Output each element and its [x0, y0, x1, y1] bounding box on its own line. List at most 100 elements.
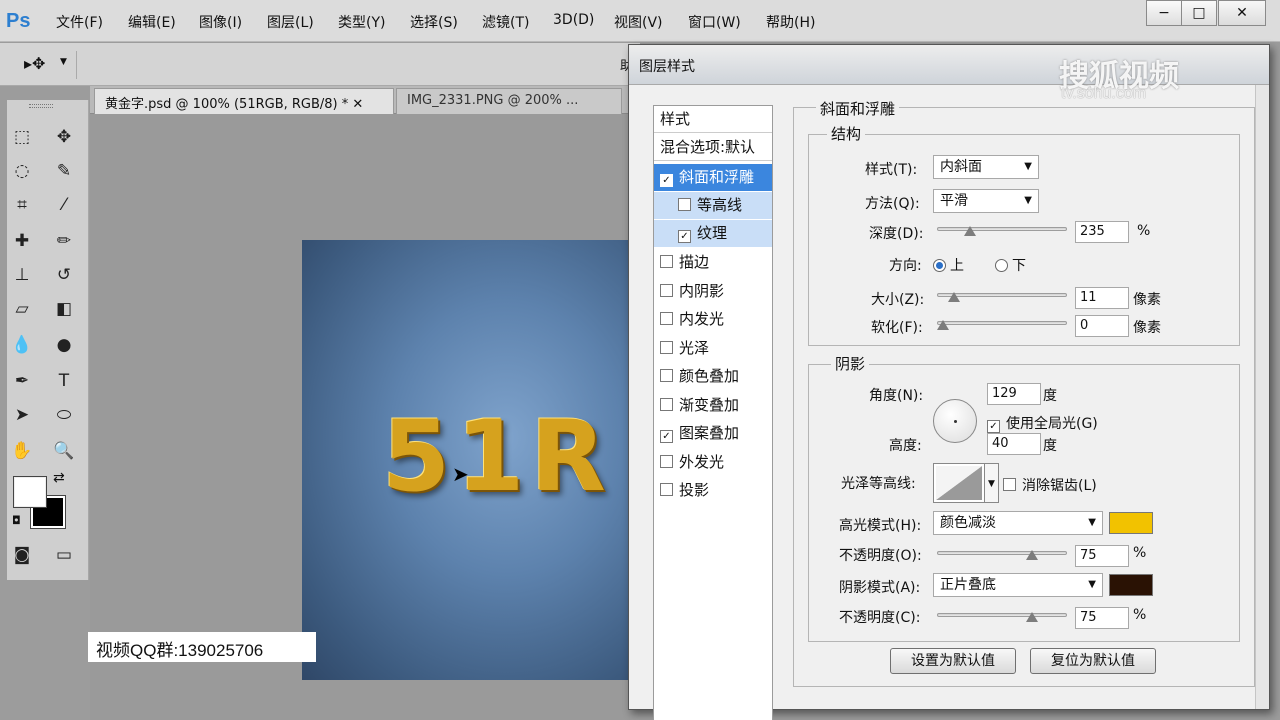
- reset-default-button[interactable]: 复位为默认值: [1030, 648, 1156, 674]
- menu-select[interactable]: 选择(S): [410, 12, 458, 32]
- depth-input[interactable]: 235: [1075, 221, 1129, 243]
- menu-view[interactable]: 视图(V): [614, 12, 663, 32]
- menu-image[interactable]: 图像(I): [199, 12, 242, 32]
- menu-window[interactable]: 窗口(W): [688, 12, 741, 32]
- checkbox-icon[interactable]: [660, 398, 673, 411]
- highlight-color-swatch[interactable]: [1109, 512, 1153, 534]
- gloss-contour-preview[interactable]: [933, 463, 985, 503]
- screen-mode-icon[interactable]: ▭: [51, 542, 77, 568]
- checkbox-icon[interactable]: ✓: [660, 430, 673, 443]
- direction-down-radio[interactable]: 下: [995, 255, 1026, 275]
- path-select-icon[interactable]: ➤: [9, 402, 35, 428]
- style-item-outer-glow[interactable]: 外发光: [654, 449, 772, 476]
- healing-brush-icon[interactable]: ✚: [9, 228, 35, 254]
- brush-tool-icon[interactable]: ✏: [51, 228, 77, 254]
- blending-options-item[interactable]: 混合选项:默认: [654, 134, 772, 161]
- maximize-button[interactable]: □: [1181, 0, 1217, 26]
- ellipse-tool-icon[interactable]: ⬭: [51, 402, 77, 428]
- dodge-tool-icon[interactable]: ●: [51, 332, 77, 358]
- quick-mask-icon[interactable]: ◙: [9, 542, 35, 568]
- gloss-contour-dropdown[interactable]: ▼: [985, 463, 999, 503]
- tab-gold-text-doc[interactable]: 黄金字.psd @ 100% (51RGB, RGB/8) * ✕: [94, 88, 394, 114]
- bevel-style-select[interactable]: 内斜面 ▼: [933, 155, 1039, 179]
- anti-alias-checkbox[interactable]: 消除锯齿(L): [1003, 475, 1097, 495]
- swap-colors-icon[interactable]: ⇄: [53, 470, 65, 486]
- global-light-checkbox[interactable]: ✓ 使用全局光(G): [987, 413, 1098, 433]
- hand-tool-icon[interactable]: ✋: [9, 438, 35, 464]
- eyedropper-tool-icon[interactable]: ⁄: [51, 192, 77, 218]
- style-item-inner-shadow[interactable]: 内阴影: [654, 278, 772, 305]
- shadow-opacity-input[interactable]: 75: [1075, 607, 1129, 629]
- highlight-mode-select[interactable]: 颜色减淡 ▼: [933, 511, 1103, 535]
- checkbox-icon[interactable]: [660, 455, 673, 468]
- highlight-opacity-slider[interactable]: [937, 547, 1067, 561]
- angle-input[interactable]: 129: [987, 383, 1041, 405]
- checkbox-icon[interactable]: ✓: [660, 174, 673, 187]
- checkbox-icon[interactable]: [1003, 478, 1016, 491]
- pen-tool-icon[interactable]: ✒: [9, 368, 35, 394]
- menu-help[interactable]: 帮助(H): [766, 12, 815, 32]
- slider-thumb[interactable]: [964, 226, 977, 236]
- history-brush-icon[interactable]: ↺: [51, 262, 77, 288]
- slider-thumb[interactable]: [937, 320, 949, 330]
- move-tool-icon[interactable]: ✥: [51, 124, 77, 150]
- menu-layer[interactable]: 图层(L): [267, 12, 314, 32]
- close-window-button[interactable]: ✕: [1218, 0, 1266, 26]
- checkbox-icon[interactable]: [660, 483, 673, 496]
- style-item-color-overlay[interactable]: 颜色叠加: [654, 363, 772, 390]
- style-item-contour[interactable]: 等高线: [654, 192, 772, 219]
- minimize-button[interactable]: −: [1146, 0, 1182, 26]
- soften-slider[interactable]: [937, 317, 1067, 331]
- dialog-title-bar[interactable]: 图层样式 搜狐视频: [629, 45, 1269, 94]
- size-slider[interactable]: [937, 289, 1067, 303]
- radio-icon[interactable]: [933, 259, 946, 272]
- highlight-opacity-input[interactable]: 75: [1075, 545, 1129, 567]
- zoom-tool-icon[interactable]: 🔍: [51, 438, 77, 464]
- checkbox-icon[interactable]: [660, 369, 673, 382]
- altitude-input[interactable]: 40: [987, 433, 1041, 455]
- direction-up-radio[interactable]: 上: [933, 255, 964, 275]
- checkbox-icon[interactable]: [660, 255, 673, 268]
- style-item-drop-shadow[interactable]: 投影: [654, 477, 772, 504]
- style-item-pattern-overlay[interactable]: ✓ 图案叠加: [654, 420, 772, 447]
- slider-thumb[interactable]: [947, 292, 960, 302]
- style-item-stroke[interactable]: 描边: [654, 249, 772, 276]
- menu-file[interactable]: 文件(F): [56, 12, 103, 32]
- menu-edit[interactable]: 编辑(E): [128, 12, 176, 32]
- make-default-button[interactable]: 设置为默认值: [890, 648, 1016, 674]
- type-tool-icon[interactable]: T: [51, 368, 77, 394]
- document-canvas[interactable]: 51R: [302, 240, 642, 680]
- lasso-tool-icon[interactable]: ◌: [9, 158, 35, 184]
- style-list-header[interactable]: 样式: [654, 106, 772, 133]
- shadow-mode-select[interactable]: 正片叠底 ▼: [933, 573, 1103, 597]
- technique-select[interactable]: 平滑 ▼: [933, 189, 1039, 213]
- shadow-opacity-slider[interactable]: [937, 609, 1067, 623]
- checkbox-icon[interactable]: [660, 312, 673, 325]
- depth-slider[interactable]: [937, 223, 1067, 237]
- angle-dial[interactable]: [933, 399, 977, 443]
- blur-tool-icon[interactable]: 💧: [9, 332, 35, 358]
- tab-img-2331[interactable]: IMG_2331.PNG @ 200% ...: [396, 88, 622, 114]
- menu-filter[interactable]: 滤镜(T): [482, 12, 529, 32]
- foreground-color-swatch[interactable]: [13, 476, 47, 508]
- eraser-tool-icon[interactable]: ▱: [9, 296, 35, 322]
- menu-3d[interactable]: 3D(D): [553, 12, 594, 28]
- soften-input[interactable]: 0: [1075, 315, 1129, 337]
- shadow-color-swatch[interactable]: [1109, 574, 1153, 596]
- checkbox-icon[interactable]: ✓: [678, 230, 691, 243]
- checkbox-icon[interactable]: ✓: [987, 420, 1000, 433]
- chevron-down-icon[interactable]: ▼: [60, 57, 67, 67]
- default-colors-icon[interactable]: ◘: [12, 514, 21, 527]
- slider-thumb[interactable]: [1025, 550, 1038, 560]
- quick-select-tool-icon[interactable]: ✎: [51, 158, 77, 184]
- style-item-satin[interactable]: 光泽: [654, 335, 772, 362]
- clone-stamp-icon[interactable]: ⊥: [9, 262, 35, 288]
- style-item-inner-glow[interactable]: 内发光: [654, 306, 772, 333]
- style-item-bevel-emboss[interactable]: ✓ 斜面和浮雕: [654, 164, 772, 191]
- style-item-gradient-overlay[interactable]: 渐变叠加: [654, 392, 772, 419]
- gradient-tool-icon[interactable]: ◧: [51, 296, 77, 322]
- checkbox-icon[interactable]: [678, 198, 691, 211]
- crop-tool-icon[interactable]: ⌗: [9, 192, 35, 218]
- radio-icon[interactable]: [995, 259, 1008, 272]
- size-input[interactable]: 11: [1075, 287, 1129, 309]
